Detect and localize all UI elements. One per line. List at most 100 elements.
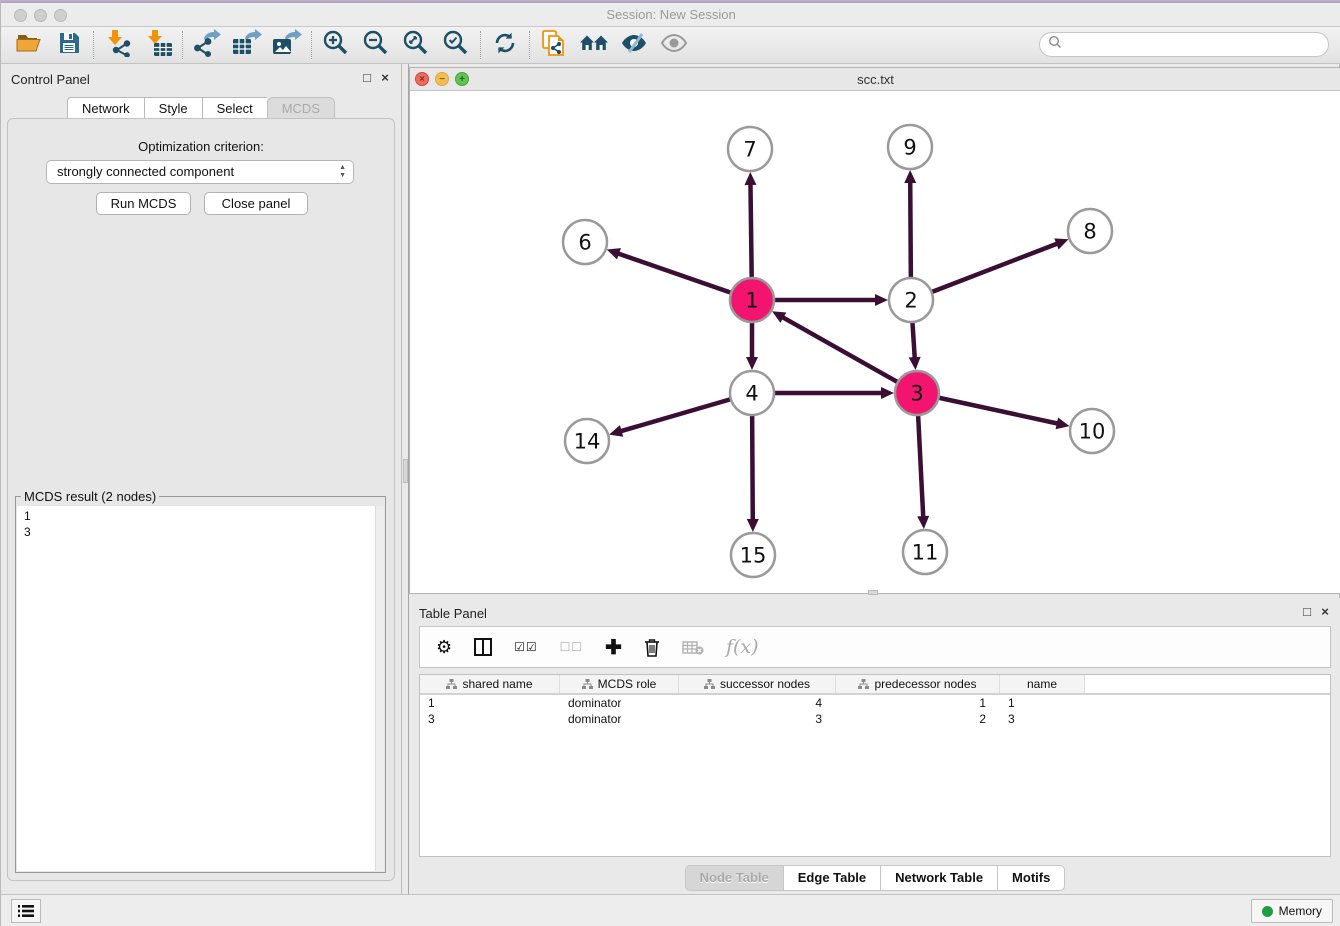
network-window-titlebar[interactable]: × − + scc.txt	[410, 68, 1340, 91]
deselect-all-columns-button[interactable]: ☐☐	[560, 640, 584, 654]
run-mcds-button[interactable]: Run MCDS	[96, 192, 191, 215]
home-icon	[579, 32, 609, 59]
zoom-out-button[interactable]	[356, 29, 396, 61]
show-column-panel-button[interactable]	[474, 638, 492, 656]
zoom-selected-button[interactable]	[436, 29, 476, 61]
close-panel-button[interactable]: Close panel	[204, 192, 308, 215]
zoom-fit-button[interactable]	[396, 29, 436, 61]
column-header-successor-nodes[interactable]: successor nodes	[720, 677, 810, 691]
export-network-button[interactable]	[187, 29, 227, 61]
memory-button[interactable]: Memory	[1251, 899, 1333, 923]
table-settings-button[interactable]: ⚙	[436, 637, 452, 658]
main-toolbar	[1, 27, 1340, 64]
cell-successor-nodes[interactable]: 3	[679, 711, 836, 727]
zoom-out-icon	[362, 29, 390, 62]
edge-arrowhead	[609, 425, 623, 437]
zoom-fit-icon	[402, 29, 430, 62]
splitter-grip[interactable]	[403, 459, 408, 483]
node-label-9: 9	[903, 136, 916, 160]
search-input[interactable]	[1062, 38, 1328, 52]
delete-table-button[interactable]	[682, 640, 704, 655]
float-panel-icon[interactable]: □	[359, 70, 375, 85]
table-row[interactable]: 3dominator323	[420, 711, 1330, 727]
node-label-7: 7	[743, 138, 756, 162]
tab-motifs[interactable]: Motifs	[997, 865, 1065, 891]
tab-edge-table[interactable]: Edge Table	[783, 865, 880, 891]
open-file-button[interactable]	[9, 29, 49, 61]
import-table-button[interactable]	[138, 29, 178, 61]
column-header-predecessor-nodes[interactable]: predecessor nodes	[874, 677, 976, 691]
memory-label: Memory	[1279, 904, 1322, 918]
cell-predecessor-nodes[interactable]: 1	[836, 695, 1000, 711]
toolbar-separator	[480, 31, 481, 59]
new-network-from-selection-button[interactable]	[534, 29, 574, 61]
zoom-in-icon	[322, 29, 350, 62]
function-builder-button[interactable]: f(x)	[726, 636, 759, 658]
network-view-window: × − + scc.txt 7968124314101511	[409, 67, 1340, 594]
close-panel-icon[interactable]: ×	[377, 70, 393, 85]
edge-2-8[interactable]	[911, 243, 1059, 300]
import-table-icon	[143, 29, 173, 62]
table-panel-title: Table Panel	[419, 606, 487, 621]
export-table-button[interactable]	[227, 29, 267, 61]
network-graph-canvas[interactable]: 7968124314101511	[410, 91, 1340, 594]
vertical-splitter[interactable]	[401, 64, 409, 894]
app-titlebar: Session: New Session	[1, 1, 1340, 27]
task-history-button[interactable]	[11, 899, 41, 923]
cell-shared-name[interactable]: 1	[420, 695, 560, 711]
edge-arrowhead	[1056, 417, 1070, 429]
horizontal-splitter-grip[interactable]	[868, 590, 878, 595]
scrollbar[interactable]	[375, 506, 384, 871]
column-header-name[interactable]: name	[1027, 677, 1057, 691]
zoom-in-button[interactable]	[316, 29, 356, 61]
mcds-result-line: 1	[24, 508, 384, 524]
delete-column-button[interactable]	[644, 638, 660, 657]
create-column-button[interactable]: ✚	[605, 635, 622, 660]
chevron-updown-icon: ▲▼	[339, 164, 346, 180]
edge-arrowhead	[875, 294, 888, 306]
search-field[interactable]	[1039, 32, 1329, 57]
table-row[interactable]: 1dominator411	[420, 695, 1330, 711]
cell-MCDS-role[interactable]: dominator	[560, 711, 679, 727]
list-icon	[18, 904, 34, 918]
toolbar-separator	[529, 31, 530, 59]
cell-name[interactable]: 3	[1000, 711, 1085, 727]
show-all-button[interactable]	[654, 29, 694, 61]
cell-predecessor-nodes[interactable]: 2	[836, 711, 1000, 727]
cell-successor-nodes[interactable]: 4	[679, 695, 836, 711]
close-table-panel-icon[interactable]: ×	[1317, 604, 1333, 619]
select-all-columns-button[interactable]: ☑☑	[514, 640, 538, 654]
attribute-tree-icon	[446, 679, 457, 690]
edge-arrowhead	[607, 248, 621, 259]
float-table-panel-icon[interactable]: □	[1299, 604, 1315, 619]
export-image-button[interactable]	[267, 29, 307, 61]
welcome-screen-button[interactable]	[574, 29, 614, 61]
edge-arrowhead	[904, 170, 916, 183]
toolbar-separator	[182, 31, 183, 59]
mcds-result-line: 3	[24, 524, 384, 540]
plus-icon: ✚	[605, 635, 622, 660]
cell-name[interactable]: 1	[1000, 695, 1085, 711]
refresh-view-button[interactable]	[485, 29, 525, 61]
node-label-15: 15	[740, 544, 767, 568]
node-label-10: 10	[1079, 420, 1106, 444]
cell-shared-name[interactable]: 3	[420, 711, 560, 727]
memory-status-icon	[1262, 906, 1273, 917]
import-network-button[interactable]	[98, 29, 138, 61]
mcds-result-list[interactable]: 13	[17, 506, 384, 871]
edge-3-1[interactable]	[781, 316, 917, 393]
column-header-shared-name[interactable]: shared name	[462, 677, 532, 691]
criterion-dropdown[interactable]: strongly connected component ▲▼	[46, 160, 354, 184]
tab-network-table[interactable]: Network Table	[880, 865, 997, 891]
hide-selection-button[interactable]	[614, 29, 654, 61]
columns-icon	[474, 638, 492, 656]
column-header-MCDS-role[interactable]: MCDS role	[598, 677, 657, 691]
tab-node-table[interactable]: Node Table	[685, 865, 783, 891]
node-table[interactable]: shared name MCDS role successor nodes prede…	[419, 674, 1331, 857]
save-session-button[interactable]	[49, 29, 89, 61]
refresh-icon	[492, 30, 518, 61]
open-folder-icon	[15, 31, 43, 60]
cell-MCDS-role[interactable]: dominator	[560, 695, 679, 711]
edge-arrowhead	[747, 519, 759, 532]
control-panel: Control Panel □ × NetworkStyleSelectMCDS…	[1, 64, 401, 894]
